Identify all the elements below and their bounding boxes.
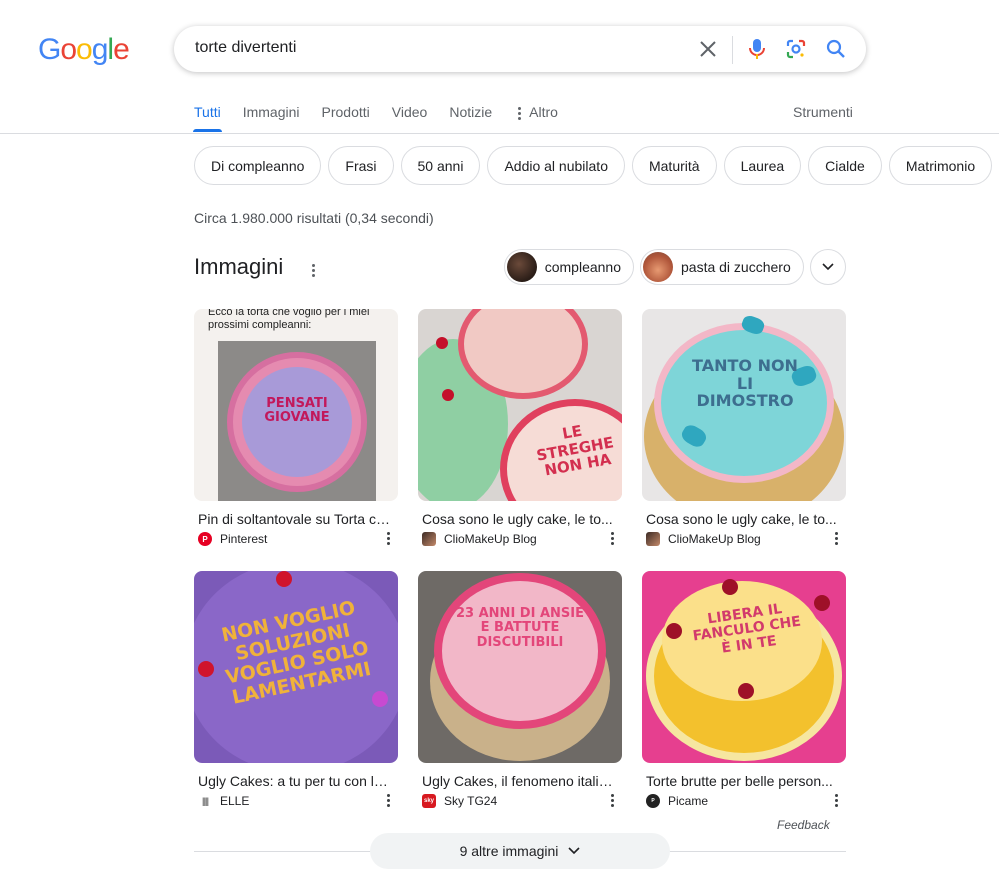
image-top-text: Ecco la torta che voglio per i miei pros…	[208, 309, 370, 331]
result-stats: Circa 1.980.000 risultati (0,34 secondi)	[194, 210, 434, 226]
cliomakeup-icon	[646, 532, 660, 546]
source-name: ELLE	[220, 794, 250, 808]
result-source[interactable]: sky Sky TG24	[418, 794, 622, 808]
result-caption[interactable]: Pin di soltantovale su Torta co...	[194, 511, 394, 527]
source-name: ClioMakeUp Blog	[444, 532, 537, 546]
result-source[interactable]: P Pinterest	[194, 532, 398, 546]
more-options-icon[interactable]	[835, 794, 838, 807]
result-caption[interactable]: Cosa sono le ugly cake, le to...	[642, 511, 842, 527]
refinement-chips: Di compleanno Frasi 50 anni Addio al nub…	[194, 146, 999, 185]
tab-more-label: Altro	[529, 104, 558, 120]
images-section-title: Immagini	[194, 254, 284, 279]
search-box	[174, 26, 866, 72]
filter-thumb	[643, 252, 673, 282]
more-options-icon[interactable]	[611, 794, 614, 807]
result-image[interactable]: LE STREGHE NON HA	[418, 309, 622, 501]
tab-video[interactable]: Video	[392, 104, 428, 132]
search-tabs: Tutti Immagini Prodotti Video Notizie Al…	[193, 104, 580, 132]
result-source[interactable]: |||| ELLE	[194, 794, 398, 808]
pinterest-icon: P	[198, 532, 212, 546]
chip-birthday[interactable]: Di compleanno	[194, 146, 322, 185]
chip-bachelorette[interactable]: Addio al nubilato	[487, 146, 625, 185]
result-source[interactable]: ClioMakeUp Blog	[418, 532, 622, 546]
cake-lettering: 23 ANNI DI ANSIE E BATTUTE DISCUTIBILI	[456, 606, 584, 650]
more-vert-icon	[518, 107, 522, 120]
result-image[interactable]: 23 ANNI DI ANSIE E BATTUTE DISCUTIBILI	[418, 571, 622, 763]
chip-wedding[interactable]: Matrimonio	[888, 146, 993, 185]
result-caption[interactable]: Ugly Cakes, il fenomeno italia...	[418, 773, 618, 789]
source-name: Sky TG24	[444, 794, 498, 808]
picame-icon: P	[646, 794, 660, 808]
feedback-link[interactable]: Feedback	[777, 818, 830, 832]
chip-wafers[interactable]: Cialde	[808, 146, 882, 185]
more-images-button[interactable]: 9 altre immagini	[370, 833, 670, 869]
result-caption[interactable]: Torte brutte per belle person...	[642, 773, 842, 789]
clear-icon[interactable]	[696, 37, 720, 61]
filter-chip-label: compleanno	[544, 259, 621, 275]
filter-thumb	[507, 252, 537, 282]
chip-phrases[interactable]: Frasi	[328, 146, 394, 185]
result-image[interactable]: Ecco la torta che voglio per i miei pros…	[194, 309, 398, 501]
filter-chip-sugar-paste[interactable]: pasta di zucchero	[640, 249, 804, 285]
search-icon[interactable]	[824, 37, 848, 61]
source-name: ClioMakeUp Blog	[668, 532, 761, 546]
expand-filters-button[interactable]	[810, 249, 846, 285]
cake-lettering: TANTO NON LI DIMOSTRO	[692, 356, 798, 411]
image-result-card[interactable]: LIBERA IL FANCULO CHE È IN TE Torte brut…	[642, 571, 846, 808]
chip-graduation-school[interactable]: Maturità	[631, 146, 717, 185]
tabs-divider	[0, 133, 999, 134]
tab-news[interactable]: Notizie	[449, 104, 492, 132]
cake-lettering: PENSATI GIOVANE	[264, 396, 330, 426]
more-images-label: 9 altre immagini	[459, 843, 559, 859]
result-image[interactable]: NON VOGLIO SOLUZIONI VOGLIO SOLO LAMENTA…	[194, 571, 398, 763]
search-divider	[732, 36, 733, 64]
result-source[interactable]: ClioMakeUp Blog	[642, 532, 846, 546]
chip-degree[interactable]: Laurea	[723, 146, 802, 185]
source-name: Pinterest	[220, 532, 268, 546]
source-name: Picame	[668, 794, 709, 808]
result-image[interactable]: LIBERA IL FANCULO CHE È IN TE	[642, 571, 846, 763]
image-result-card[interactable]: LE STREGHE NON HA Cosa sono le ugly cake…	[418, 309, 622, 546]
microphone-icon[interactable]	[745, 37, 769, 61]
image-result-card[interactable]: 23 ANNI DI ANSIE E BATTUTE DISCUTIBILI U…	[418, 571, 622, 808]
image-result-card[interactable]: NON VOGLIO SOLUZIONI VOGLIO SOLO LAMENTA…	[194, 571, 398, 808]
search-input[interactable]	[195, 39, 675, 57]
cliomakeup-icon	[422, 532, 436, 546]
more-options-icon[interactable]	[387, 532, 390, 545]
tab-products[interactable]: Prodotti	[322, 104, 370, 132]
filter-chip-label: pasta di zucchero	[681, 259, 791, 275]
result-image[interactable]: TANTO NON LI DIMOSTRO	[642, 309, 846, 501]
filter-chip-birthday[interactable]: compleanno	[504, 249, 634, 285]
lens-icon[interactable]	[784, 37, 808, 61]
section-menu-icon[interactable]	[306, 260, 320, 280]
more-options-icon[interactable]	[611, 532, 614, 545]
tab-images[interactable]: Immagini	[243, 104, 300, 132]
tools-button[interactable]: Strumenti	[793, 104, 853, 120]
image-result-card[interactable]: Ecco la torta che voglio per i miei pros…	[194, 309, 398, 546]
chevron-down-icon	[568, 847, 580, 855]
image-result-card[interactable]: TANTO NON LI DIMOSTRO Cosa sono le ugly …	[642, 309, 846, 546]
tab-more[interactable]: Altro	[514, 104, 558, 132]
google-logo[interactable]: Google	[38, 33, 130, 67]
chevron-down-icon	[822, 263, 834, 271]
sky-tg24-icon: sky	[422, 794, 436, 808]
chip-50-years[interactable]: 50 anni	[400, 146, 481, 185]
result-caption[interactable]: Ugly Cakes: a tu per tu con la ...	[194, 773, 394, 789]
more-options-icon[interactable]	[387, 794, 390, 807]
result-caption[interactable]: Cosa sono le ugly cake, le to...	[418, 511, 618, 527]
elle-icon: ||||	[198, 794, 212, 808]
tab-all[interactable]: Tutti	[193, 104, 222, 132]
result-source[interactable]: P Picame	[642, 794, 846, 808]
more-options-icon[interactable]	[835, 532, 838, 545]
